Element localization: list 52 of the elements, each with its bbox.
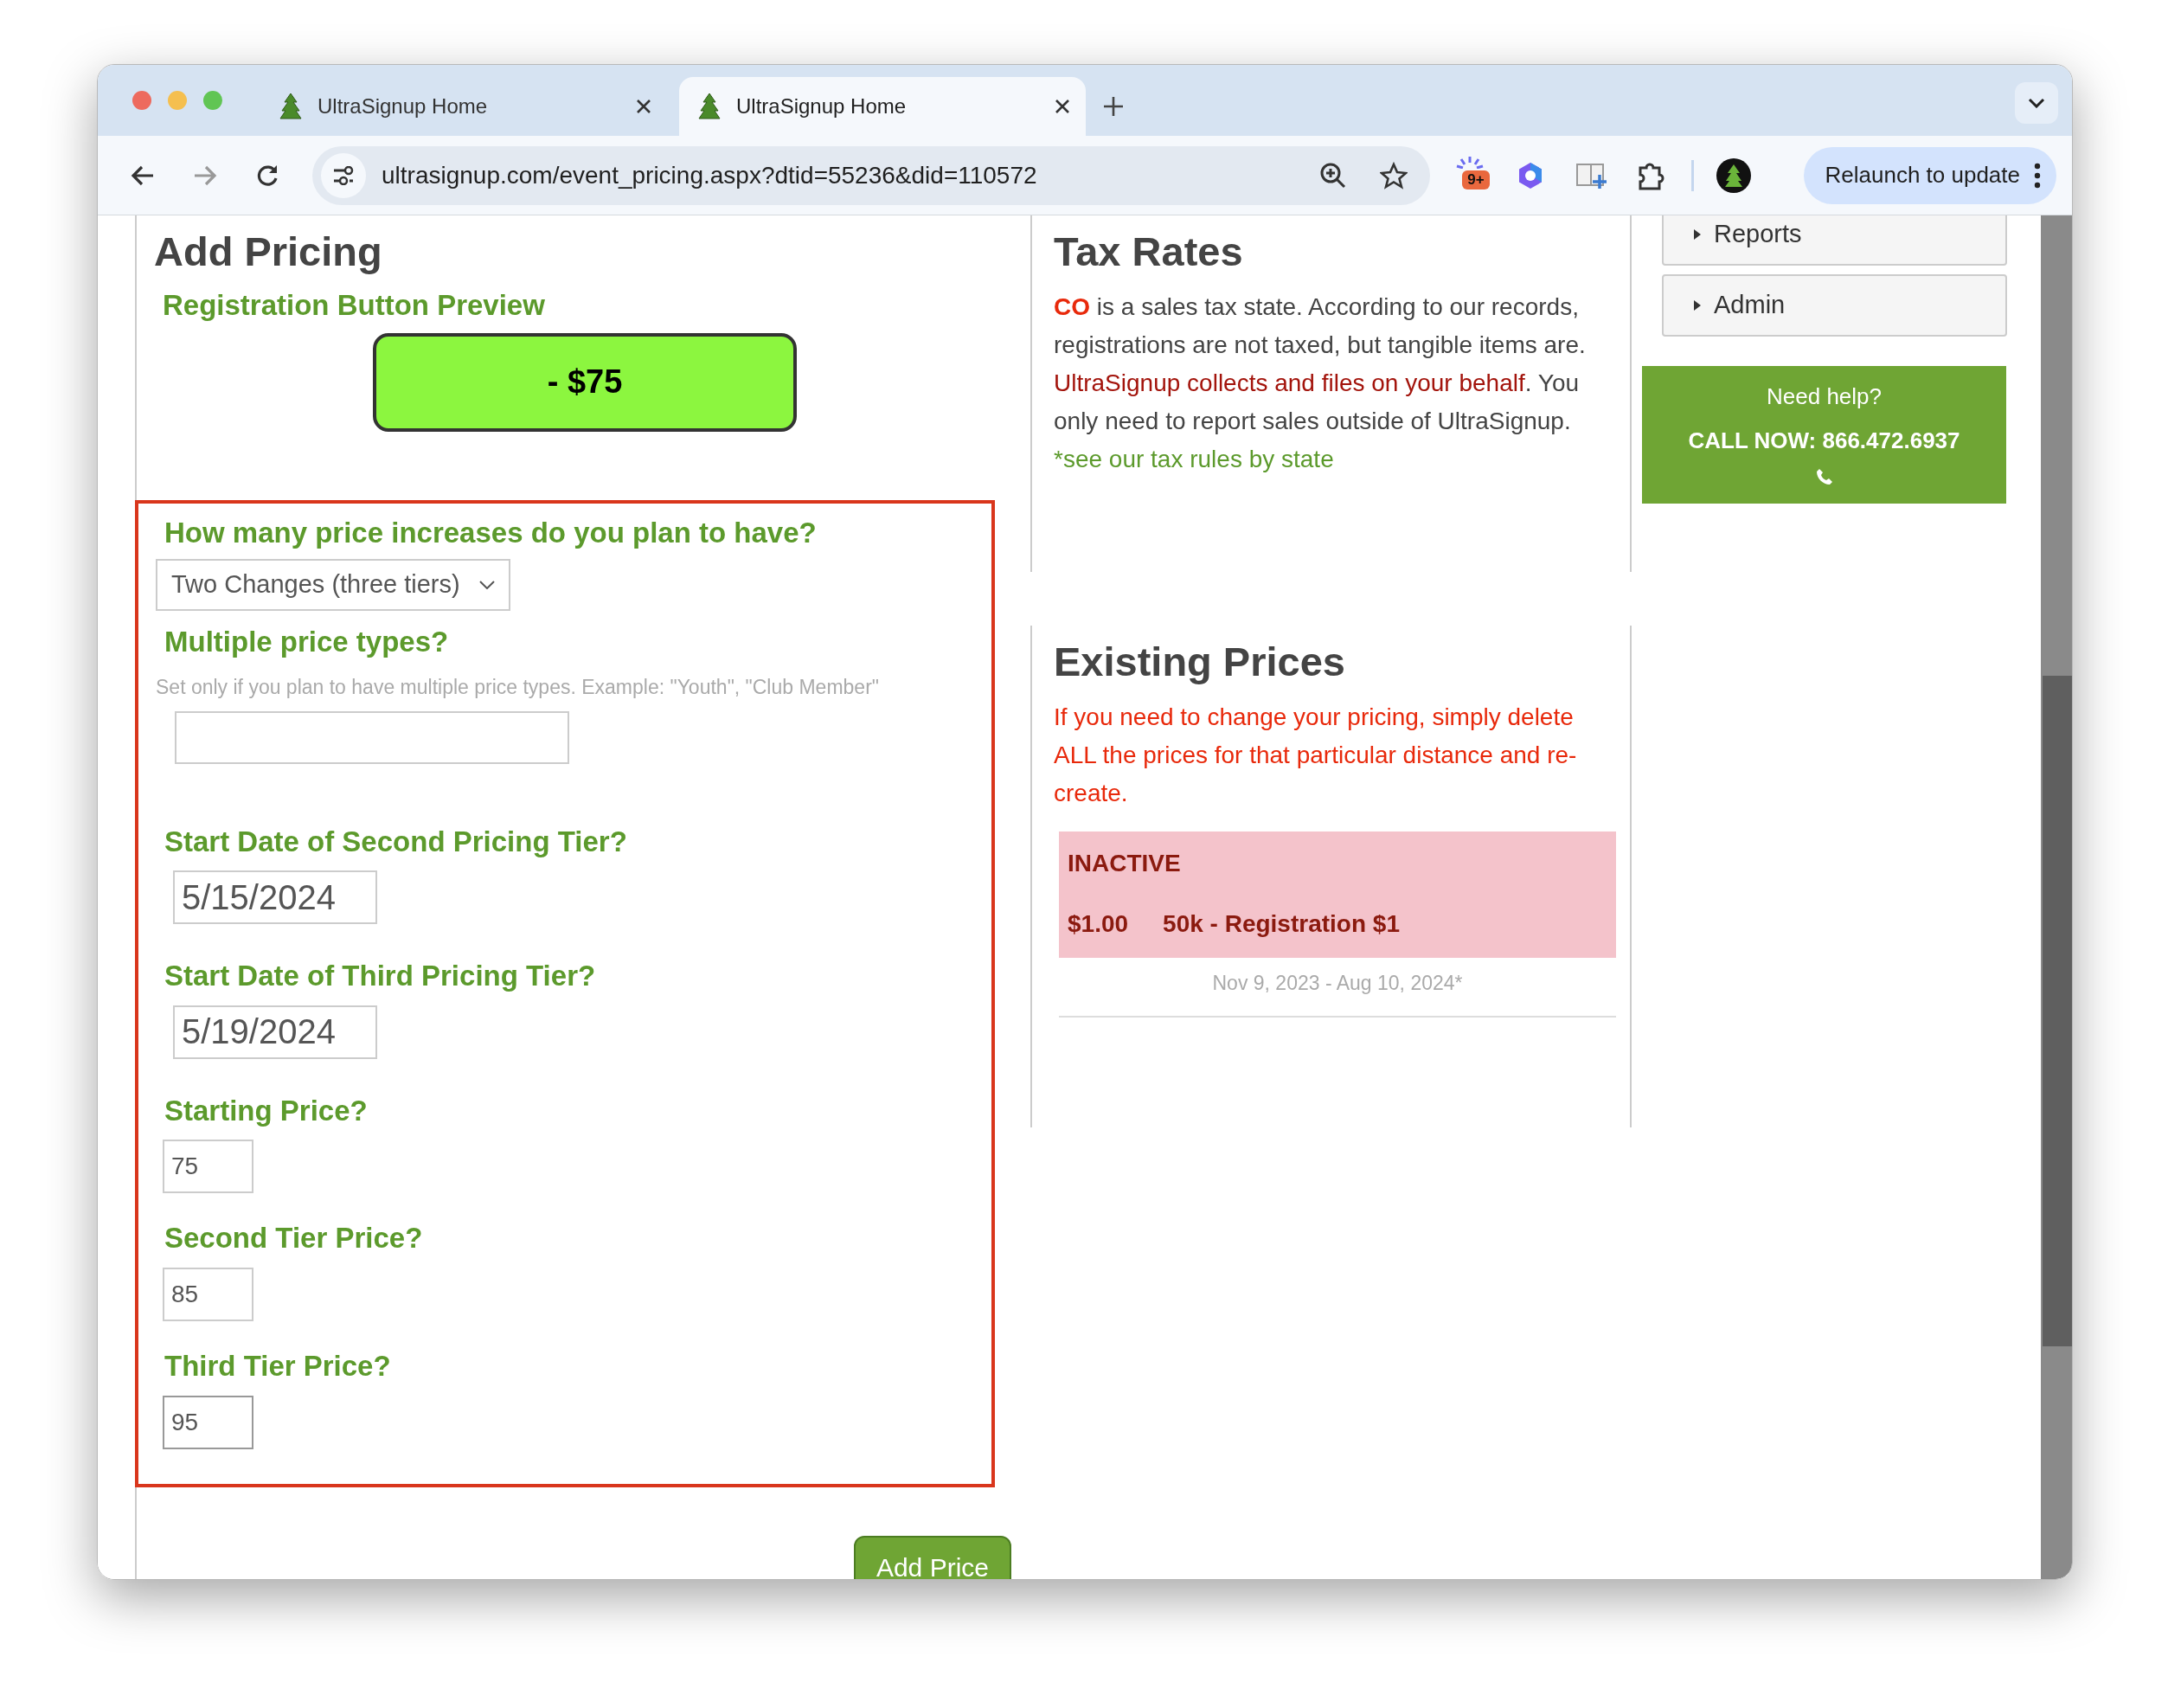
hint-text: Set only if you plan to have multiple price types. Example: "Youth", "Club Member" <box>156 675 880 701</box>
field-label: Second Tier Price? <box>164 1221 424 1256</box>
dropdown[interactable]: Two Changes (three tiers) <box>156 558 510 611</box>
relaunch-button[interactable]: Relaunch to update <box>1804 146 2056 204</box>
registration-preview-button[interactable]: - $75 <box>373 333 797 432</box>
browser-tab[interactable]: UltraSignup Home <box>679 77 1086 136</box>
phone-icon <box>1815 468 1833 485</box>
notification-badge: 9+ <box>1462 170 1490 189</box>
tab-search-button[interactable] <box>2015 82 2058 124</box>
section-title: Existing Prices <box>1054 638 1346 686</box>
address-bar[interactable]: ultrasignup.com/event_pricing.aspx?dtid=55236&did=110572 <box>312 145 1430 205</box>
tax-info-text: CO is a sales tax state. According to our records, registrations are not taxed, but tangible items are. UltraSignup collects and files on your behalf. You only need to report sales outside of UltraSignup. <box>1054 292 1587 437</box>
price-field[interactable]: 75 <box>163 1140 253 1194</box>
field-label: Start Date of Third Pricing Tier? <box>164 959 597 993</box>
pricing-note: If you need to change your pricing, simply delete ALL the prices for that particular distance and re-create. <box>1054 703 1578 809</box>
section-label: Registration Button Preview <box>162 288 546 323</box>
price-field[interactable]: 95 <box>163 1395 253 1449</box>
field-label: Starting Price? <box>164 1093 369 1128</box>
menu-item[interactable]: Admin <box>1662 274 2007 337</box>
tree-icon <box>698 93 721 120</box>
page-title: Add Pricing <box>153 228 383 276</box>
more-icon <box>2034 162 2041 189</box>
field-label: Start Date of Second Pricing Tier? <box>164 824 628 859</box>
price-dates: Nov 9, 2023 - Aug 10, 2024* <box>1059 958 1616 1018</box>
price-amount: $1.00 <box>1068 909 1129 940</box>
chevron-down-icon <box>2028 98 2045 108</box>
menu-item[interactable]: Reports <box>1662 215 2007 266</box>
new-tab-button[interactable] <box>1103 96 1124 117</box>
price-name: 50k - Registration $1 <box>1163 909 1400 940</box>
date-field[interactable]: 5/15/2024 <box>173 870 377 925</box>
help-title: Need help? <box>1766 382 1883 411</box>
browser-tab[interactable]: UltraSignup Home <box>260 77 667 136</box>
close-icon[interactable] <box>1055 99 1070 114</box>
input-field[interactable] <box>175 710 569 764</box>
plus-icon <box>1103 96 1124 117</box>
help-phone: CALL NOW: 866.472.6937 <box>1687 427 1961 455</box>
forward-arrow-icon <box>193 164 217 187</box>
scrollbar[interactable] <box>2041 215 2072 1579</box>
date-field[interactable]: 5/19/2024 <box>173 1005 377 1059</box>
site-settings-icon[interactable] <box>321 152 366 198</box>
price-field[interactable]: 85 <box>163 1268 253 1322</box>
section-title: Tax Rates <box>1054 228 1244 276</box>
chevron-icon <box>478 580 495 589</box>
field-label: Multiple price types? <box>164 624 450 659</box>
price-status: INACTIVE <box>1068 849 1182 879</box>
field-label: How many price increases do you plan to have? <box>164 516 818 550</box>
field-label: Third Tier Price? <box>164 1349 392 1384</box>
tree-icon <box>279 93 302 120</box>
back-arrow-icon <box>131 164 155 187</box>
sparkle-extension-icon[interactable] <box>1454 154 1485 169</box>
close-icon[interactable] <box>636 99 651 114</box>
address-field[interactable]: ultrasignup.com/event_pricing.aspx?dtid=55236&did=110572 <box>380 156 1293 195</box>
